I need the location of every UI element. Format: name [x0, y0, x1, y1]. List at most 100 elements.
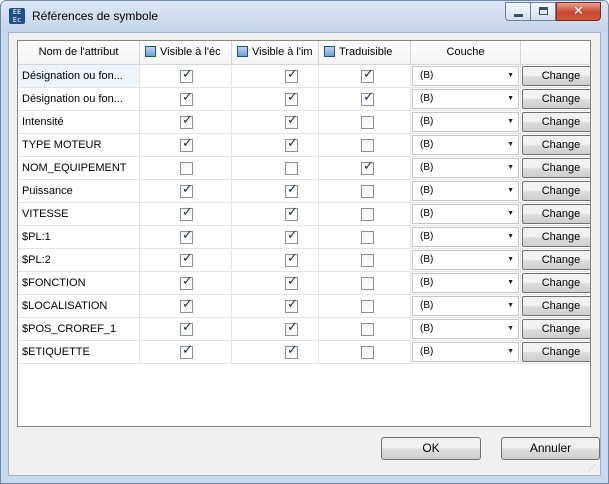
table-row[interactable]: Puissance ✓ ✓ (B) ▼ Change — [18, 180, 590, 203]
translatable-checkbox[interactable] — [361, 277, 374, 290]
table-row[interactable]: Désignation ou fon... ✓ ✓ ✓ (B) ▼ Change — [18, 65, 590, 88]
change-button[interactable]: Change — [522, 342, 590, 362]
header-attribute-name[interactable]: Nom de l'attribut — [18, 41, 140, 65]
translatable-checkbox[interactable] — [361, 254, 374, 267]
visible-screen-checkbox[interactable]: ✓ — [180, 275, 193, 290]
visible-print-checkbox[interactable]: ✓ — [285, 252, 298, 267]
layer-dropdown[interactable]: (B) ▼ — [412, 204, 519, 224]
visible-print-checkbox[interactable]: ✓ — [285, 275, 298, 290]
visible-screen-checkbox[interactable]: ✓ — [180, 298, 193, 313]
visible-print-checkbox[interactable]: ✓ — [285, 298, 298, 313]
table-row[interactable]: $PL:2 ✓ ✓ (B) ▼ Change — [18, 249, 590, 272]
visible-screen-checkbox[interactable]: ✓ — [180, 229, 193, 244]
change-button[interactable]: Change — [522, 181, 590, 201]
change-button[interactable]: Change — [522, 227, 590, 247]
visible-screen-checkbox[interactable] — [180, 162, 193, 175]
visible-print-checkbox[interactable]: ✓ — [285, 321, 298, 336]
header-layer[interactable]: Couche — [411, 41, 521, 65]
table-row[interactable]: $LOCALISATION ✓ ✓ (B) ▼ Change — [18, 295, 590, 318]
maximize-icon — [539, 7, 548, 15]
translatable-checkbox[interactable] — [361, 139, 374, 152]
layer-cell: (B) ▼ — [411, 180, 521, 203]
table-row[interactable]: Intensité ✓ ✓ (B) ▼ Change — [18, 111, 590, 134]
change-button[interactable]: Change — [522, 250, 590, 270]
resize-grip-icon[interactable]: ⋰ — [588, 463, 598, 473]
translatable-checkbox[interactable]: ✓ — [361, 68, 374, 83]
layer-dropdown[interactable]: (B) ▼ — [412, 342, 519, 362]
table-row[interactable]: Désignation ou fon... ✓ ✓ ✓ (B) ▼ Change — [18, 88, 590, 111]
change-button[interactable]: Change — [522, 66, 590, 86]
translatable-checkbox[interactable] — [361, 208, 374, 221]
checkmark-icon: ✓ — [182, 67, 193, 82]
header-visible-print[interactable]: Visible à l'im — [232, 41, 319, 65]
translatable-checkbox[interactable]: ✓ — [361, 160, 374, 175]
action-cell: Change — [521, 180, 590, 203]
ok-button[interactable]: OK — [381, 437, 481, 460]
visible-print-checkbox[interactable]: ✓ — [285, 91, 298, 106]
maximize-button[interactable] — [530, 2, 556, 21]
layer-dropdown[interactable]: (B) ▼ — [412, 135, 519, 155]
minimize-button[interactable] — [505, 2, 531, 21]
layer-dropdown[interactable]: (B) ▼ — [412, 273, 519, 293]
translatable-checkbox[interactable] — [361, 346, 374, 359]
visible-print-checkbox[interactable]: ✓ — [285, 344, 298, 359]
table-row[interactable]: $PL:1 ✓ ✓ (B) ▼ Change — [18, 226, 590, 249]
layer-dropdown[interactable]: (B) ▼ — [412, 112, 519, 132]
table-row[interactable]: $FONCTION ✓ ✓ (B) ▼ Change — [18, 272, 590, 295]
translatable-checkbox[interactable] — [361, 116, 374, 129]
checkmark-icon: ✓ — [287, 67, 298, 82]
visible-screen-checkbox[interactable]: ✓ — [180, 67, 193, 83]
change-button[interactable]: Change — [522, 204, 590, 224]
visible-print-checkbox[interactable]: ✓ — [285, 137, 298, 152]
visible-print-checkbox[interactable]: ✓ — [285, 183, 298, 198]
cancel-button[interactable]: Annuler — [501, 437, 600, 460]
table-row[interactable]: $POS_CROREF_1 ✓ ✓ (B) ▼ Change — [18, 318, 590, 341]
change-button[interactable]: Change — [522, 319, 590, 339]
visible-screen-cell: ✓ — [140, 180, 232, 203]
visible-print-checkbox[interactable] — [285, 162, 298, 175]
visible-screen-checkbox[interactable]: ✓ — [180, 137, 193, 152]
visible-screen-checkbox[interactable]: ✓ — [180, 183, 193, 198]
select-all-checkbox-icon[interactable] — [237, 45, 248, 57]
layer-dropdown-value: (B) — [420, 346, 434, 357]
visible-screen-checkbox[interactable]: ✓ — [180, 344, 193, 359]
visible-screen-checkbox[interactable]: ✓ — [180, 252, 193, 267]
layer-dropdown[interactable]: (B) ▼ — [412, 158, 519, 178]
layer-dropdown[interactable]: (B) ▼ — [412, 296, 519, 316]
visible-screen-checkbox[interactable]: ✓ — [180, 114, 193, 129]
select-all-checkbox-icon[interactable] — [324, 45, 335, 57]
close-button[interactable]: ✕ — [556, 2, 601, 21]
visible-screen-checkbox[interactable]: ✓ — [180, 321, 193, 336]
translatable-checkbox[interactable] — [361, 185, 374, 198]
header-translatable[interactable]: Traduisible — [319, 41, 411, 65]
change-button[interactable]: Change — [522, 112, 590, 132]
visible-screen-checkbox[interactable]: ✓ — [180, 91, 193, 106]
visible-print-checkbox[interactable]: ✓ — [285, 114, 298, 129]
select-all-checkbox-icon[interactable] — [145, 45, 156, 57]
layer-dropdown[interactable]: (B) ▼ — [412, 250, 519, 270]
table-row[interactable]: VITESSE ✓ ✓ (B) ▼ Change — [18, 203, 590, 226]
translatable-checkbox[interactable]: ✓ — [361, 91, 374, 106]
title-bar[interactable]: EE Ec Références de symbole ✕ — [1, 1, 608, 32]
visible-print-checkbox[interactable]: ✓ — [285, 67, 298, 83]
translatable-checkbox[interactable] — [361, 300, 374, 313]
table-row[interactable]: $ETIQUETTE ✓ ✓ (B) ▼ Change — [18, 341, 590, 364]
visible-screen-checkbox[interactable]: ✓ — [180, 206, 193, 221]
change-button[interactable]: Change — [522, 273, 590, 293]
visible-print-checkbox[interactable]: ✓ — [285, 206, 298, 221]
layer-dropdown[interactable]: (B) ▼ — [412, 89, 519, 109]
layer-dropdown[interactable]: (B) ▼ — [412, 181, 519, 201]
change-button[interactable]: Change — [522, 296, 590, 316]
change-button[interactable]: Change — [522, 89, 590, 109]
translatable-checkbox[interactable] — [361, 231, 374, 244]
table-row[interactable]: TYPE MOTEUR ✓ ✓ (B) ▼ Change — [18, 134, 590, 157]
change-button[interactable]: Change — [522, 135, 590, 155]
header-visible-screen[interactable]: Visible à l'éc — [140, 41, 232, 65]
table-row[interactable]: NOM_EQUIPEMENT ✓ (B) ▼ Change — [18, 157, 590, 180]
layer-dropdown[interactable]: (B) ▼ — [412, 227, 519, 247]
layer-dropdown[interactable]: (B) ▼ — [412, 66, 519, 86]
visible-print-checkbox[interactable]: ✓ — [285, 229, 298, 244]
change-button[interactable]: Change — [522, 158, 590, 178]
layer-dropdown[interactable]: (B) ▼ — [412, 319, 519, 339]
translatable-checkbox[interactable] — [361, 323, 374, 336]
